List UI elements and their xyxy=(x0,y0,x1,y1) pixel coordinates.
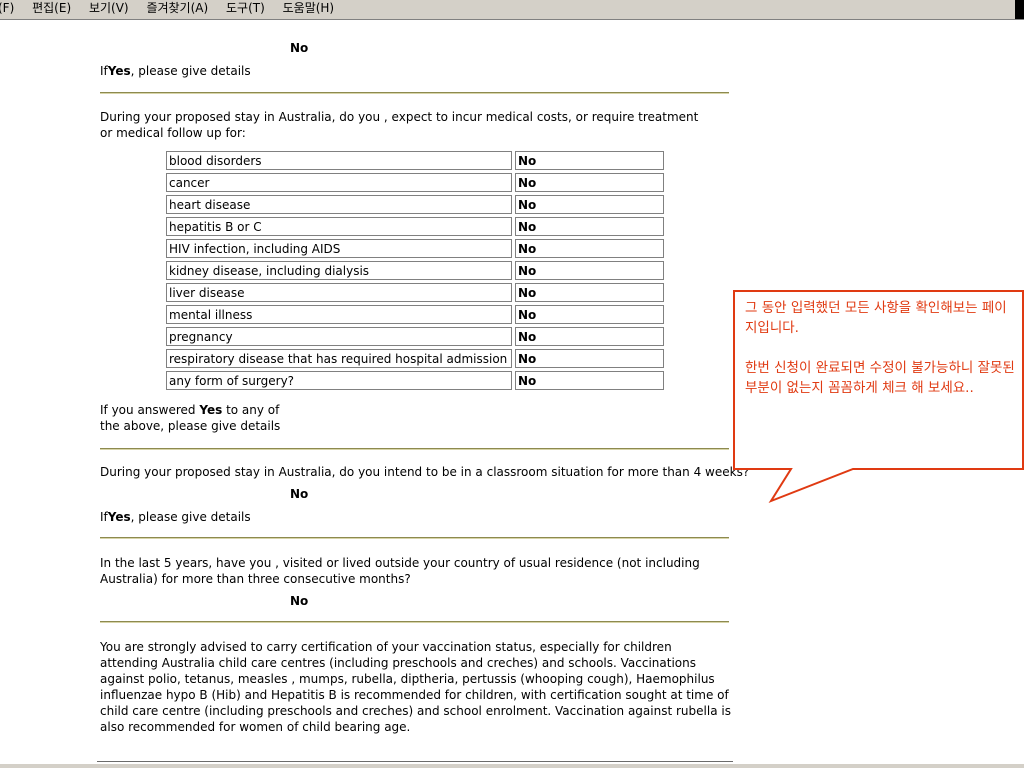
condition-value: No xyxy=(515,305,664,324)
condition-label: kidney disease, including dialysis xyxy=(166,261,512,280)
q1-answer: No xyxy=(290,41,309,55)
condition-row: hepatitis B or C No xyxy=(166,217,664,236)
condition-label: liver disease xyxy=(166,283,512,302)
condition-label: mental illness xyxy=(166,305,512,324)
condition-label: pregnancy xyxy=(166,327,512,346)
divider xyxy=(100,621,729,623)
condition-row: pregnancy No xyxy=(166,327,664,346)
horizontal-scrollbar[interactable] xyxy=(0,764,1024,768)
menu-tools[interactable]: 도구(T) xyxy=(226,0,265,17)
q3-question: During your proposed stay in Australia, … xyxy=(100,465,750,479)
condition-value: No xyxy=(515,261,664,280)
q4-question: In the last 5 years, have you , visited … xyxy=(100,556,700,586)
condition-value: No xyxy=(515,349,664,368)
q3-answer: No xyxy=(290,487,309,501)
q2-followup: If you answered Yes to any of the above,… xyxy=(100,403,281,433)
condition-label: HIV infection, including AIDS xyxy=(166,239,512,258)
condition-label: respiratory disease that has required ho… xyxy=(166,349,512,368)
q1-details-label: IfYes, please give details xyxy=(100,64,251,78)
divider xyxy=(100,537,729,539)
condition-row: cancer No xyxy=(166,173,664,192)
condition-row: respiratory disease that has required ho… xyxy=(166,349,664,368)
condition-value: No xyxy=(515,195,664,214)
condition-value: No xyxy=(515,327,664,346)
condition-row: kidney disease, including dialysis No xyxy=(166,261,664,280)
condition-label: cancer xyxy=(166,173,512,192)
divider xyxy=(100,92,729,94)
condition-row: HIV infection, including AIDS No xyxy=(166,239,664,258)
bottom-rule xyxy=(97,761,733,762)
condition-value: No xyxy=(515,173,664,192)
condition-row: heart disease No xyxy=(166,195,664,214)
condition-label: heart disease xyxy=(166,195,512,214)
condition-row: blood disorders No xyxy=(166,151,664,170)
q4-answer: No xyxy=(290,594,309,608)
menu-edit[interactable]: 편집(E) xyxy=(32,0,71,17)
menu-help[interactable]: 도움말(H) xyxy=(283,0,335,17)
menu-file[interactable]: (F) xyxy=(0,0,14,17)
condition-value: No xyxy=(515,151,664,170)
condition-value: No xyxy=(515,283,664,302)
condition-label: hepatitis B or C xyxy=(166,217,512,236)
condition-row: liver disease No xyxy=(166,283,664,302)
condition-value: No xyxy=(515,217,664,236)
divider xyxy=(100,448,729,450)
menu-view[interactable]: 보기(V) xyxy=(89,0,129,17)
conditions-table: blood disorders No cancer No heart disease No… xyxy=(163,148,667,393)
callout-line-2: 한번 신청이 완료되면 수정이 불가능하니 잘못된 부분이 없는지 꼼꼼하게 체… xyxy=(745,360,1015,396)
condition-label: any form of surgery? xyxy=(166,371,512,390)
condition-row: mental illness No xyxy=(166,305,664,324)
callout-line-1: 그 동안 입력했던 모든 사항을 확인해보는 페이지입니다. xyxy=(745,300,1007,336)
menu-items: (F) 편집(E) 보기(V) 즐겨찾기(A) 도구(T) 도움말(H) xyxy=(0,0,348,17)
condition-value: No xyxy=(515,239,664,258)
condition-value: No xyxy=(515,371,664,390)
q2-question: During your proposed stay in Australia, … xyxy=(100,110,699,140)
callout-text: 그 동안 입력했던 모든 사항을 확인해보는 페이지입니다. 한번 신청이 완료… xyxy=(745,298,1015,398)
q3-details-label: IfYes, please give details xyxy=(100,510,251,524)
menu-bar: (F) 편집(E) 보기(V) 즐겨찾기(A) 도구(T) 도움말(H) xyxy=(0,0,1024,20)
vaccination-advice: You are strongly advised to carry certif… xyxy=(100,640,731,734)
menu-favorites[interactable]: 즐겨찾기(A) xyxy=(146,0,208,17)
condition-label: blood disorders xyxy=(166,151,512,170)
window-edge xyxy=(1015,0,1024,19)
condition-row: any form of surgery? No xyxy=(166,371,664,390)
